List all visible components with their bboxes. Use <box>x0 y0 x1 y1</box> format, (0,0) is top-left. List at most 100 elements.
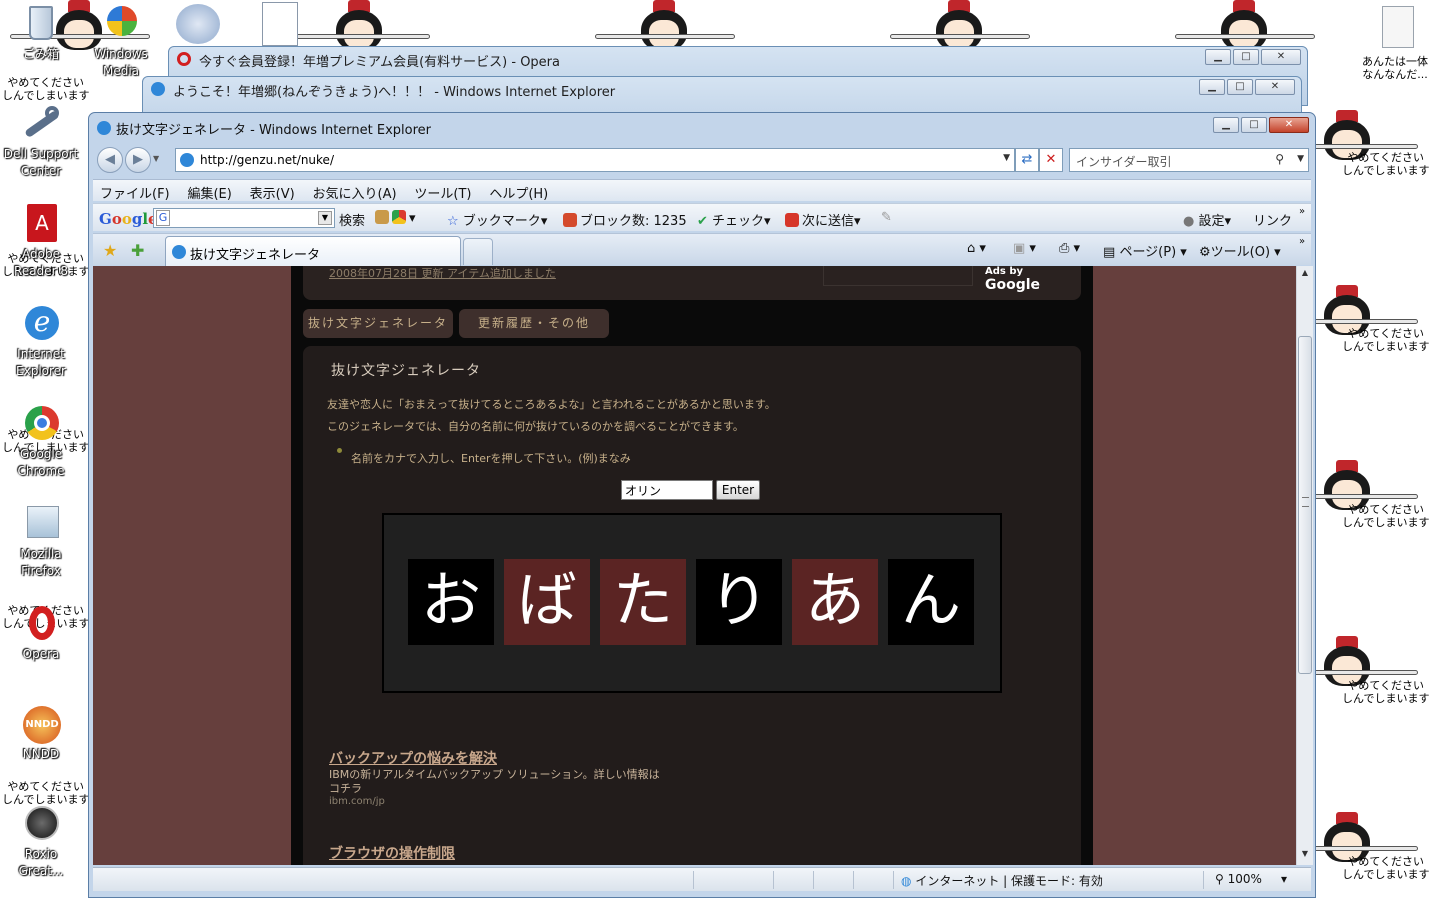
itunes-icon[interactable] <box>176 4 220 44</box>
security-zone[interactable]: ◍ インターネット | 保護モード: 有効 <box>901 872 1103 889</box>
pencil-icon[interactable]: ✎ <box>881 210 892 225</box>
close-button[interactable]: ✕ <box>1269 117 1309 133</box>
history-dropdown-icon[interactable]: ▼ <box>153 154 159 163</box>
desktop-icon-roxio[interactable]: Roxio Great... <box>2 802 80 880</box>
refresh-button[interactable]: ⇄ <box>1015 148 1039 172</box>
ads-by-google[interactable]: Ads by Google <box>985 266 1081 293</box>
maximize-button[interactable]: □ <box>1241 117 1267 133</box>
search-dropdown-icon[interactable]: ▼ <box>1297 154 1304 164</box>
menu-view[interactable]: 表示(V) <box>243 180 302 202</box>
title-bar[interactable]: 抜け文字ジェネレータ - Windows Internet Explorer ▁… <box>89 113 1315 143</box>
popup-block-button[interactable]: ブロック数: 1235 <box>563 210 687 229</box>
desktop-icon-nndd[interactable]: NNDD NNDD <box>2 702 80 763</box>
google-search-input[interactable]: G ▼ <box>153 208 335 228</box>
tab-generator[interactable]: 抜け文字ジェネレータ <box>303 309 453 338</box>
ie-background-window-title: ようこそ！年増郷(ねんぞうきょう)へ！！！ - Windows Internet… <box>173 85 616 100</box>
forward-button[interactable]: ▶ <box>125 147 151 173</box>
google-extra-icons[interactable]: ▾ <box>375 210 416 226</box>
google-search-button[interactable]: 検索 <box>339 210 365 229</box>
header-cut-link[interactable]: 2008年07月28日 更新 アイテム追加しました <box>329 266 556 281</box>
home-button[interactable]: ⌂ ▾ <box>967 241 986 256</box>
ad-title[interactable]: ブラウザの操作制限 <box>329 843 455 863</box>
stop-button[interactable]: ✕ <box>1039 148 1063 172</box>
windows-media-icon <box>99 2 143 46</box>
instruction-text: 名前をカナで入力し、Enterを押して下さい。(例)まなみ <box>351 452 631 465</box>
page-icon <box>180 153 194 167</box>
ad-url[interactable]: ibm.com/jp <box>329 796 669 807</box>
block-count: ブロック数: 1235 <box>580 214 687 229</box>
bookmark-button[interactable]: ☆ ブックマーク▾ <box>447 210 547 229</box>
maximize-button[interactable]: □ <box>1227 79 1253 95</box>
minimize-button[interactable]: ▁ <box>1213 117 1239 133</box>
scroll-down-icon[interactable]: ▼ <box>1299 849 1311 863</box>
name-input[interactable] <box>621 480 713 500</box>
command-overflow-icon[interactable]: » <box>1299 236 1305 247</box>
new-tab-button[interactable] <box>463 238 493 265</box>
desktop-icon-google-chrome[interactable]: Google Chrome <box>2 402 80 480</box>
zoom-level: 100% <box>1227 872 1262 886</box>
minimize-button[interactable]: ▁ <box>1205 49 1231 65</box>
tools-menu[interactable]: ⚙ツール(O) ▾ <box>1199 241 1281 260</box>
desktop-icon-label: Adobe Reader 8 <box>14 247 68 278</box>
result-char: り <box>696 559 782 645</box>
toolbar-overflow-icon[interactable]: » <box>1299 206 1305 217</box>
result-char: お <box>408 559 494 645</box>
desktop-icon-label: Google Chrome <box>17 447 65 478</box>
desktop-icon-adobe-reader[interactable]: A Adobe Reader 8 <box>2 202 80 280</box>
google-dropdown-icon[interactable]: ▼ <box>318 211 332 225</box>
feeds-button[interactable]: ▣ ▾ <box>1013 241 1036 256</box>
page-menu[interactable]: ▤ ページ(P) ▾ <box>1103 241 1187 260</box>
print-button[interactable]: ⎙ ▾ <box>1059 241 1080 256</box>
wallpaper-text: やめてください しんでしまいます <box>2 76 90 102</box>
tab-history[interactable]: 更新履歴・その他 <box>459 309 609 338</box>
content-column: 2008年07月28日 更新 アイテム追加しました Ads by Google … <box>291 266 1093 865</box>
close-button[interactable]: ✕ <box>1261 49 1301 65</box>
close-button[interactable]: ✕ <box>1255 79 1295 95</box>
search-icon[interactable]: ⚲ <box>1275 152 1284 166</box>
desktop-icon-recycle-bin[interactable]: ごみ箱 <box>2 2 80 63</box>
enter-button[interactable]: Enter <box>716 480 760 500</box>
desktop-icon-mozilla-firefox[interactable]: Mozilla Firefox <box>2 502 80 580</box>
tab-nuke-generator[interactable]: 抜け文字ジェネレータ <box>165 236 461 266</box>
address-url[interactable]: http://genzu.net/nuke/ <box>200 153 334 167</box>
menu-file[interactable]: ファイル(F) <box>93 180 177 202</box>
search-box[interactable]: インサイダー取引 ⚲ ▼ <box>1069 148 1309 172</box>
desktop-icon-dell-support[interactable]: Dell Support Center <box>2 102 80 180</box>
links-button[interactable]: リンク <box>1253 210 1292 229</box>
ad-block[interactable]: ブラウザの操作制限 <box>329 843 455 863</box>
address-bar[interactable]: http://genzu.net/nuke/ ▼ <box>175 148 1015 172</box>
menu-favorites[interactable]: お気に入り(A) <box>306 180 404 202</box>
favorites-star-icon[interactable]: ★ <box>103 241 117 260</box>
scroll-up-icon[interactable]: ▲ <box>1299 268 1311 282</box>
menu-tools[interactable]: ツール(T) <box>407 180 478 202</box>
result-char-missing: た <box>600 559 686 645</box>
ie-logo-icon <box>97 121 111 135</box>
send-to-button[interactable]: 次に送信▾ <box>785 210 861 229</box>
ad-title[interactable]: バックアップの悩みを解決 <box>329 748 669 768</box>
address-dropdown-icon[interactable]: ▼ <box>1003 153 1010 163</box>
search-input[interactable]: インサイダー取引 <box>1076 153 1172 170</box>
ad-block[interactable]: バックアップの悩みを解決 IBMの新リアルタイムバックアップ ソリューション。詳… <box>329 748 669 807</box>
spell-check-button[interactable]: ✔ チェック▾ <box>697 210 771 229</box>
result-char-missing: ば <box>504 559 590 645</box>
document-icon[interactable] <box>262 2 298 46</box>
opera-logo-icon <box>177 52 191 66</box>
minimize-button[interactable]: ▁ <box>1199 79 1225 95</box>
desktop-icon-windows-media[interactable]: Windows Media <box>82 2 160 80</box>
zoom-control[interactable]: ⚲ 100% ▾ <box>1215 872 1287 886</box>
desktop-icon-opera[interactable]: Opera <box>2 602 80 663</box>
text-file-icon[interactable] <box>1382 6 1414 48</box>
vertical-scrollbar[interactable]: ▲ ▼ <box>1296 266 1313 865</box>
desktop-icon-label: Mozilla Firefox <box>20 547 62 578</box>
intro-text-1: 友達や恋人に「おまえって抜けてるところあるよな」と言われることがあるかと思います… <box>327 398 776 411</box>
settings-button[interactable]: ● 設定▾ <box>1183 210 1231 229</box>
menu-edit[interactable]: 編集(E) <box>180 180 238 202</box>
ie-window[interactable]: 抜け文字ジェネレータ - Windows Internet Explorer ▁… <box>88 112 1316 898</box>
desktop-icon-internet-explorer[interactable]: e Internet Explorer <box>2 302 80 380</box>
back-button[interactable]: ◀ <box>97 147 123 173</box>
menu-help[interactable]: ヘルプ(H) <box>482 180 555 202</box>
maximize-button[interactable]: □ <box>1233 49 1259 65</box>
wallpaper-text: やめてください しんでしまいます <box>1342 503 1430 529</box>
add-favorites-icon[interactable]: ✚ <box>131 241 144 260</box>
scroll-thumb[interactable] <box>1298 336 1312 674</box>
